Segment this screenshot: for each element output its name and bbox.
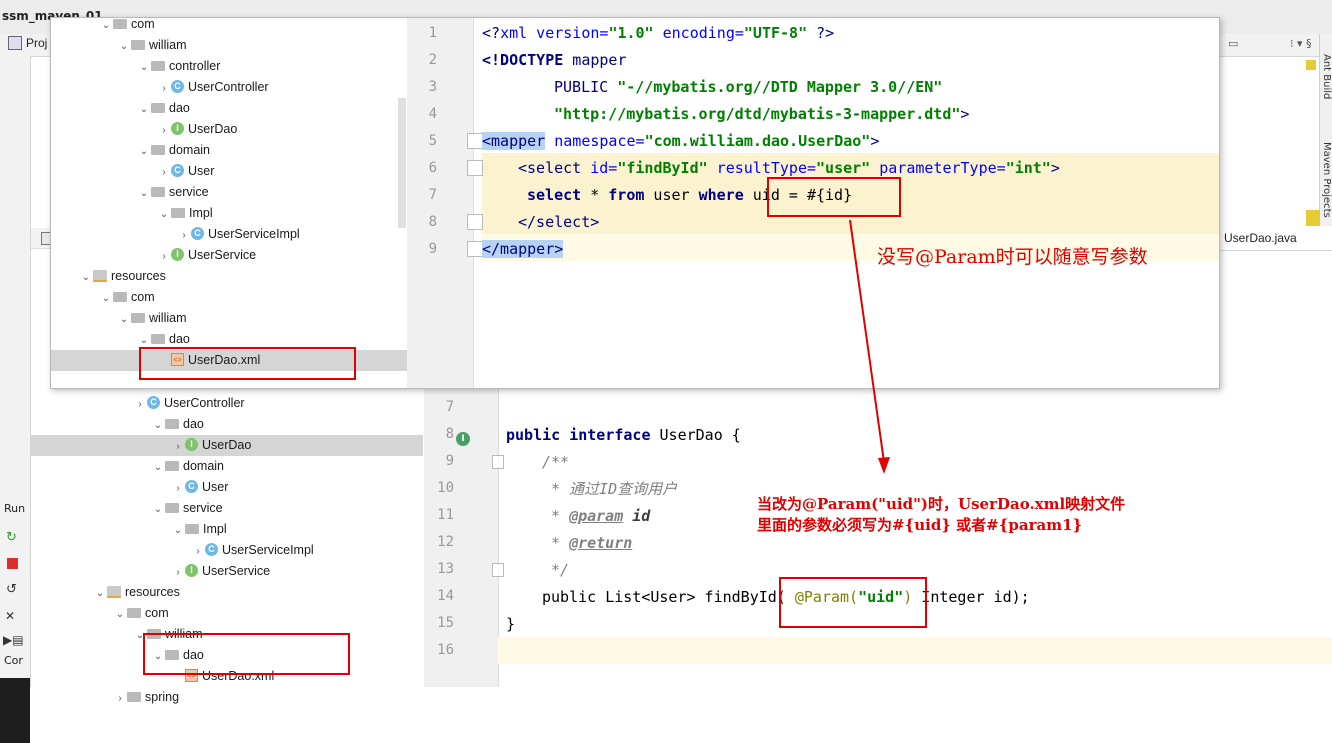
- annotation-arrow-head: [878, 457, 890, 474]
- console-output-area: [0, 678, 30, 743]
- chevron-right-icon[interactable]: ›: [113, 688, 127, 709]
- folder-icon: [127, 691, 141, 702]
- tree-item[interactable]: › spring: [31, 687, 423, 708]
- note-no-param: 没写@Param时可以随意写参数: [877, 246, 1148, 268]
- annotation-arrow-layer: [849, 219, 890, 474]
- tree-item-label: spring: [145, 690, 180, 704]
- note-with-param-line1: 当改为@Param("uid")时，UserDao.xml映射文件: [757, 495, 1126, 513]
- note-with-param-line2: 里面的参数必须写为#{uid} 或者#{param1}: [757, 516, 1083, 534]
